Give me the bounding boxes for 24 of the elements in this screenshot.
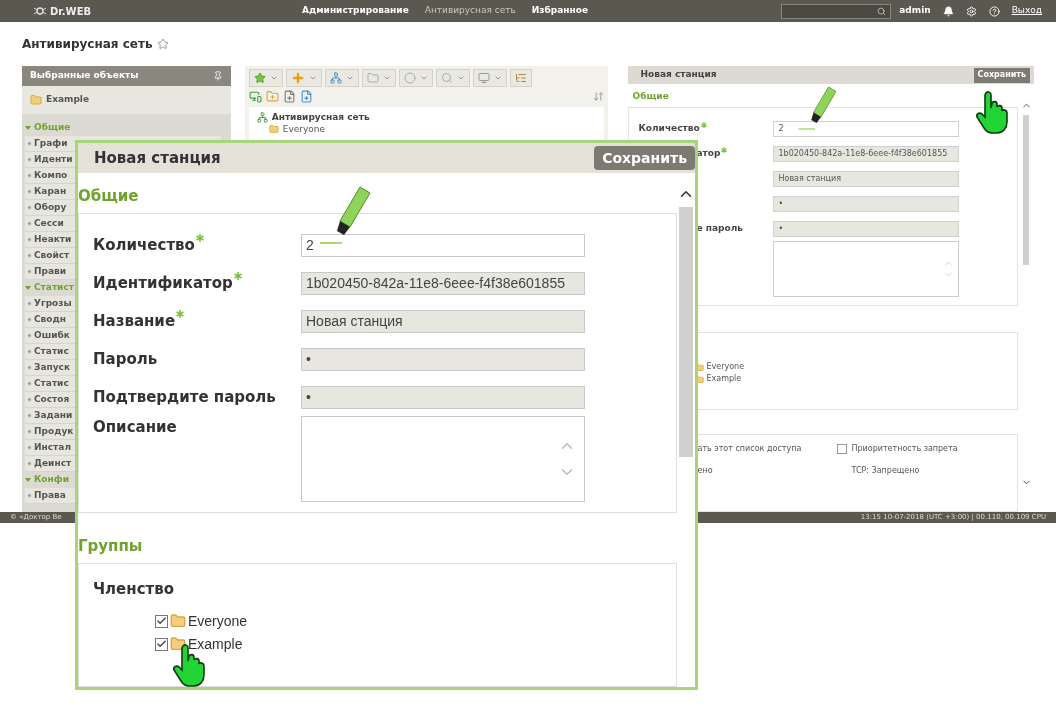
rule-text: TCP: Запрещено — [850, 465, 921, 477]
membership-label: Членство — [93, 579, 176, 600]
access-option: ать этот список доступа — [697, 443, 802, 455]
rule-text: ено — [697, 465, 714, 477]
field-label: Подтвердите пароль — [93, 386, 277, 408]
page-title: Антивирусная сеть — [22, 36, 153, 53]
field-label: Количество — [638, 121, 774, 136]
dialog-title: Новая станция — [94, 147, 221, 169]
group-label: Everyone — [188, 611, 248, 631]
field-label: Название — [93, 309, 301, 333]
access-option: Приоритетность запрета — [851, 443, 958, 455]
field-label: Количество — [93, 233, 301, 257]
group-label: Example — [188, 634, 243, 654]
field-label: Идентификатор — [93, 271, 301, 295]
group-label: Everyone — [706, 361, 745, 373]
sidebar-title: Выбранные объекты — [30, 69, 139, 83]
group-label: Example — [706, 373, 742, 385]
section-title: Общие — [631, 90, 670, 103]
panel-title: Новая станция — [640, 68, 717, 82]
section-title: Группы — [78, 536, 144, 557]
logo-text: Dr.WEB — [50, 4, 92, 19]
field-label: Описание — [93, 417, 178, 438]
section-title: Общие — [78, 186, 140, 207]
field-label: Пароль — [93, 348, 159, 370]
